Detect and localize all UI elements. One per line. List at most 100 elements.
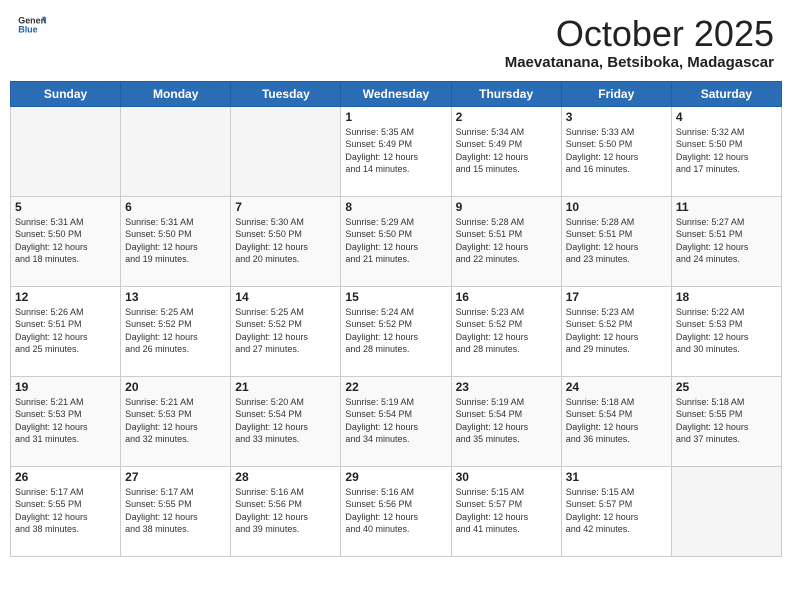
calendar-cell: 29 Sunrise: 5:16 AMSunset: 5:56 PMDayligh… [341, 466, 451, 556]
weekday-header-thursday: Thursday [451, 81, 561, 106]
calendar-cell: 9Sunrise: 5:28 AMSunset: 5:51 PMDaylight… [451, 196, 561, 286]
calendar-week-row: 26Sunrise: 5:17 AMSunset: 5:55 PMDayligh… [11, 466, 782, 556]
day-info: Sunrise: 5:16 AMSunset: 5:56 PMDaylight:… [235, 486, 336, 536]
day-number: 17 [566, 290, 667, 304]
day-number: 20 [125, 380, 226, 394]
weekday-header-wednesday: Wednesday [341, 81, 451, 106]
day-number: 4 [676, 110, 777, 124]
day-info: Sunrise: 5:25 AMSunset: 5:52 PMDaylight:… [235, 306, 336, 356]
day-number: 2 [456, 110, 557, 124]
calendar-cell: 8Sunrise: 5:29 AMSunset: 5:50 PMDaylight… [341, 196, 451, 286]
day-info: Sunrise: 5:29 AMSunset: 5:50 PMDaylight:… [345, 216, 446, 266]
day-info: Sunrise: 5:28 AMSunset: 5:51 PMDaylight:… [566, 216, 667, 266]
day-number: 1 [345, 110, 446, 124]
calendar-week-row: 19 Sunrise: 5:21 AMSunset: 5:53 PMDayligh… [11, 376, 782, 466]
calendar-cell: 11Sunrise: 5:27 AMSunset: 5:51 PMDayligh… [671, 196, 781, 286]
day-info: Sunrise: 5:21 AMSunset: 5:53 PMDaylight:… [125, 396, 226, 446]
calendar-cell: 31Sunrise: 5:15 AMSunset: 5:57 PMDayligh… [561, 466, 671, 556]
day-number: 9 [456, 200, 557, 214]
title-block: October 2025 Maevatanana, Betsiboka, Mad… [505, 14, 774, 71]
day-info: Sunrise: 5:30 AMSunset: 5:50 PMDaylight:… [235, 216, 336, 266]
calendar-cell: 21 Sunrise: 5:20 AMSunset: 5:54 PMDayligh… [231, 376, 341, 466]
calendar-cell [231, 106, 341, 196]
calendar-cell: 22 Sunrise: 5:19 AMSunset: 5:54 PMDayligh… [341, 376, 451, 466]
calendar-cell: 15Sunrise: 5:24 AMSunset: 5:52 PMDayligh… [341, 286, 451, 376]
calendar-week-row: 12Sunrise: 5:26 AMSunset: 5:51 PMDayligh… [11, 286, 782, 376]
calendar-cell: 10 Sunrise: 5:28 AMSunset: 5:51 PMDayligh… [561, 196, 671, 286]
calendar-cell: 25 Sunrise: 5:18 AMSunset: 5:55 PMDayligh… [671, 376, 781, 466]
day-number: 18 [676, 290, 777, 304]
day-info: Sunrise: 5:21 AMSunset: 5:53 PMDaylight:… [15, 396, 116, 446]
calendar-table: SundayMondayTuesdayWednesdayThursdayFrid… [10, 81, 782, 557]
day-info: Sunrise: 5:25 AMSunset: 5:52 PMDaylight:… [125, 306, 226, 356]
day-info: Sunrise: 5:31 AMSunset: 5:50 PMDaylight:… [125, 216, 226, 266]
day-info: Sunrise: 5:18 AMSunset: 5:55 PMDaylight:… [676, 396, 777, 446]
day-number: 16 [456, 290, 557, 304]
calendar-cell: 18 Sunrise: 5:22 AMSunset: 5:53 PMDayligh… [671, 286, 781, 376]
calendar-cell: 27 Sunrise: 5:17 AMSunset: 5:55 PMDayligh… [121, 466, 231, 556]
day-info: Sunrise: 5:22 AMSunset: 5:53 PMDaylight:… [676, 306, 777, 356]
weekday-header-monday: Monday [121, 81, 231, 106]
day-info: Sunrise: 5:16 AMSunset: 5:56 PMDaylight:… [345, 486, 446, 536]
day-info: Sunrise: 5:24 AMSunset: 5:52 PMDaylight:… [345, 306, 446, 356]
day-info: Sunrise: 5:15 AMSunset: 5:57 PMDaylight:… [456, 486, 557, 536]
day-number: 27 [125, 470, 226, 484]
day-info: Sunrise: 5:18 AMSunset: 5:54 PMDaylight:… [566, 396, 667, 446]
day-info: Sunrise: 5:31 AMSunset: 5:50 PMDaylight:… [15, 216, 116, 266]
calendar-cell: 17 Sunrise: 5:23 AMSunset: 5:52 PMDayligh… [561, 286, 671, 376]
calendar-header-row: SundayMondayTuesdayWednesdayThursdayFrid… [11, 81, 782, 106]
day-info: Sunrise: 5:19 AMSunset: 5:54 PMDaylight:… [456, 396, 557, 446]
calendar-cell [11, 106, 121, 196]
day-number: 13 [125, 290, 226, 304]
day-info: Sunrise: 5:19 AMSunset: 5:54 PMDaylight:… [345, 396, 446, 446]
day-info: Sunrise: 5:17 AMSunset: 5:55 PMDaylight:… [125, 486, 226, 536]
day-number: 19 [15, 380, 116, 394]
day-number: 14 [235, 290, 336, 304]
calendar-cell [671, 466, 781, 556]
page-header: General Blue October 2025 Maevatanana, B… [10, 10, 782, 75]
day-info: Sunrise: 5:33 AMSunset: 5:50 PMDaylight:… [566, 126, 667, 176]
day-number: 5 [15, 200, 116, 214]
svg-text:Blue: Blue [18, 25, 37, 35]
calendar-cell: 2 Sunrise: 5:34 AMSunset: 5:49 PMDaylight… [451, 106, 561, 196]
day-number: 24 [566, 380, 667, 394]
calendar-cell: 26Sunrise: 5:17 AMSunset: 5:55 PMDayligh… [11, 466, 121, 556]
calendar-cell [121, 106, 231, 196]
calendar-cell: 24 Sunrise: 5:18 AMSunset: 5:54 PMDayligh… [561, 376, 671, 466]
day-info: Sunrise: 5:27 AMSunset: 5:51 PMDaylight:… [676, 216, 777, 266]
day-number: 7 [235, 200, 336, 214]
calendar-cell: 19 Sunrise: 5:21 AMSunset: 5:53 PMDayligh… [11, 376, 121, 466]
day-info: Sunrise: 5:20 AMSunset: 5:54 PMDaylight:… [235, 396, 336, 446]
calendar-cell: 28 Sunrise: 5:16 AMSunset: 5:56 PMDayligh… [231, 466, 341, 556]
day-number: 29 [345, 470, 446, 484]
day-number: 28 [235, 470, 336, 484]
weekday-header-saturday: Saturday [671, 81, 781, 106]
weekday-header-friday: Friday [561, 81, 671, 106]
day-info: Sunrise: 5:34 AMSunset: 5:49 PMDaylight:… [456, 126, 557, 176]
month-title: October 2025 [505, 14, 774, 54]
day-info: Sunrise: 5:23 AMSunset: 5:52 PMDaylight:… [566, 306, 667, 356]
calendar-cell: 30 Sunrise: 5:15 AMSunset: 5:57 PMDayligh… [451, 466, 561, 556]
day-number: 21 [235, 380, 336, 394]
calendar-cell: 3Sunrise: 5:33 AMSunset: 5:50 PMDaylight… [561, 106, 671, 196]
calendar-cell: 14 Sunrise: 5:25 AMSunset: 5:52 PMDayligh… [231, 286, 341, 376]
day-number: 30 [456, 470, 557, 484]
day-info: Sunrise: 5:17 AMSunset: 5:55 PMDaylight:… [15, 486, 116, 536]
day-number: 22 [345, 380, 446, 394]
day-number: 12 [15, 290, 116, 304]
calendar-cell: 7 Sunrise: 5:30 AMSunset: 5:50 PMDaylight… [231, 196, 341, 286]
day-info: Sunrise: 5:23 AMSunset: 5:52 PMDaylight:… [456, 306, 557, 356]
calendar-cell: 5 Sunrise: 5:31 AMSunset: 5:50 PMDaylight… [11, 196, 121, 286]
logo-icon: General Blue [18, 14, 46, 36]
day-number: 25 [676, 380, 777, 394]
calendar-cell: 13 Sunrise: 5:25 AMSunset: 5:52 PMDayligh… [121, 286, 231, 376]
calendar-week-row: 1Sunrise: 5:35 AMSunset: 5:49 PMDaylight… [11, 106, 782, 196]
calendar-cell: 20 Sunrise: 5:21 AMSunset: 5:53 PMDayligh… [121, 376, 231, 466]
weekday-header-tuesday: Tuesday [231, 81, 341, 106]
location-title: Maevatanana, Betsiboka, Madagascar [505, 54, 774, 71]
day-number: 10 [566, 200, 667, 214]
calendar-week-row: 5 Sunrise: 5:31 AMSunset: 5:50 PMDaylight… [11, 196, 782, 286]
day-info: Sunrise: 5:15 AMSunset: 5:57 PMDaylight:… [566, 486, 667, 536]
logo: General Blue [18, 14, 48, 36]
calendar-cell: 6Sunrise: 5:31 AMSunset: 5:50 PMDaylight… [121, 196, 231, 286]
